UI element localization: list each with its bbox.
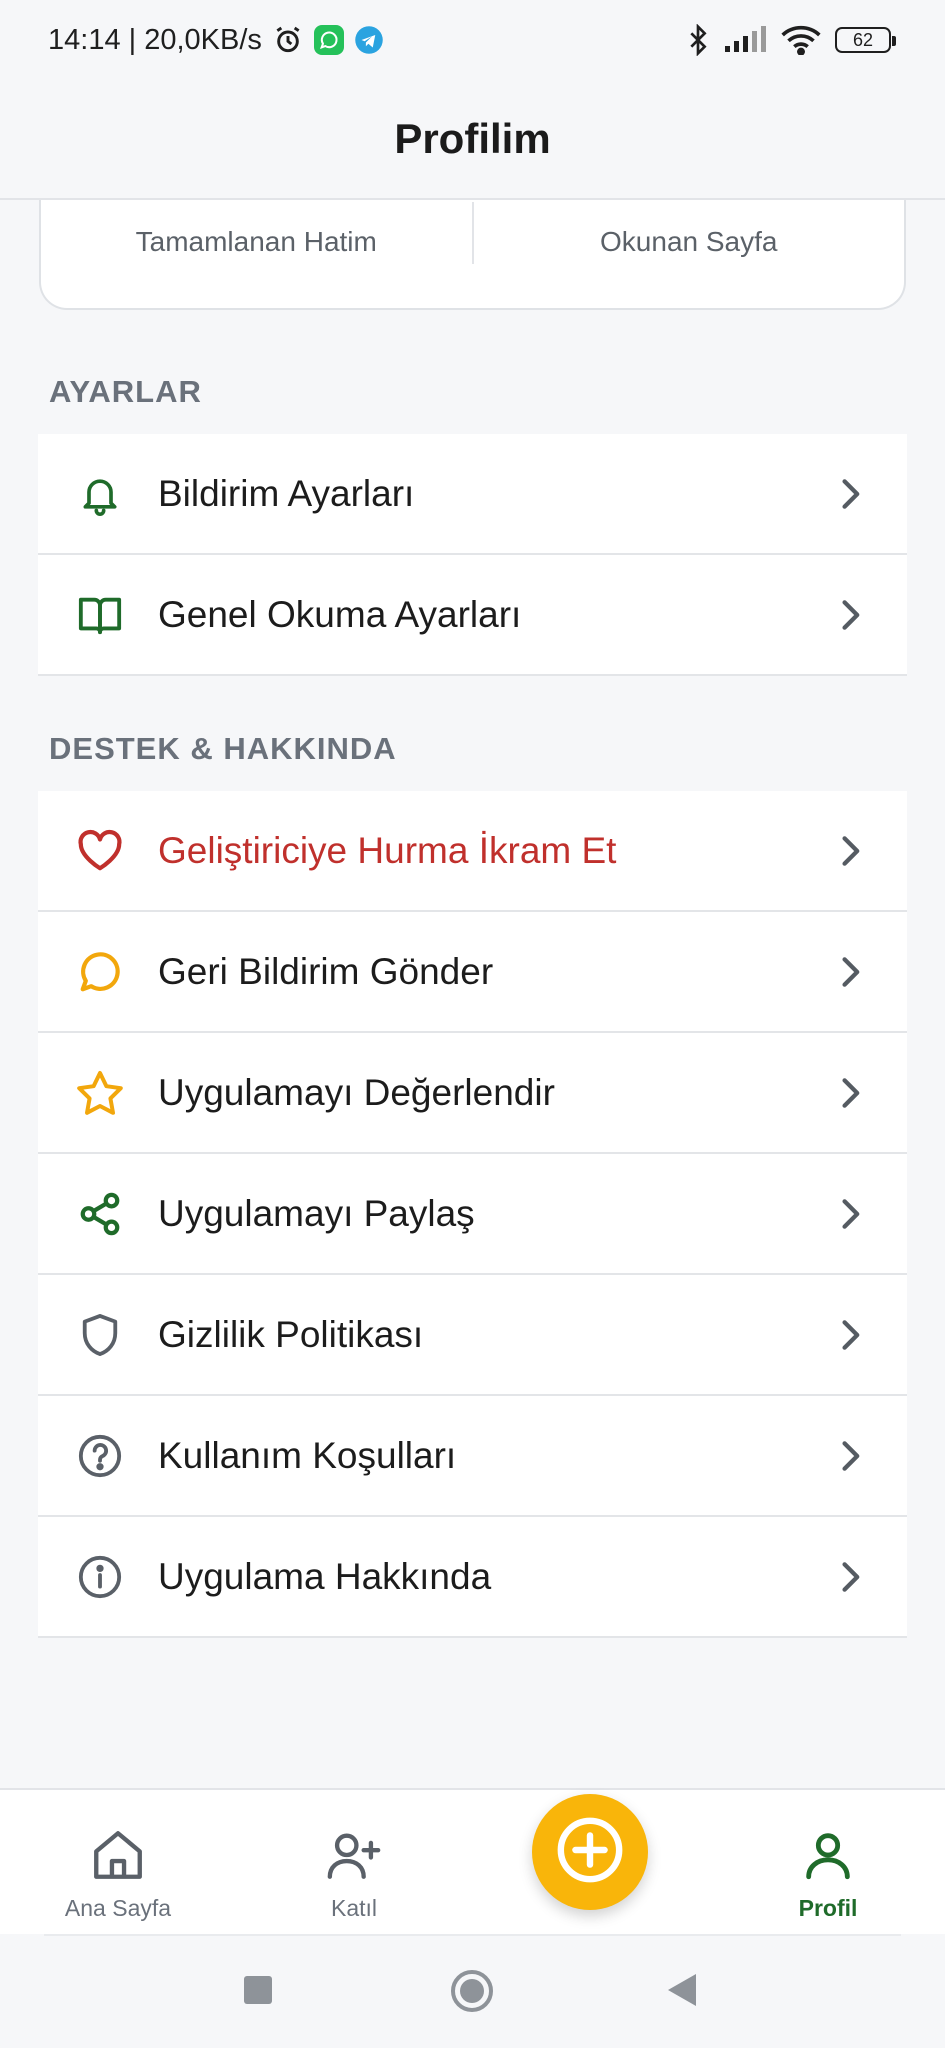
settings-item-reading[interactable]: Genel Okuma Ayarları	[38, 555, 907, 676]
back-button[interactable]	[666, 1972, 698, 2013]
chevron-right-icon	[842, 835, 860, 866]
nav-join-label: Katıl	[330, 1895, 378, 1921]
chevron-right-icon	[842, 1077, 860, 1108]
chevron-right-icon	[842, 1440, 860, 1471]
book-icon	[76, 591, 124, 639]
nav-home[interactable]: Ana Sayfa	[38, 1790, 198, 1936]
bell-icon	[76, 470, 124, 518]
page-title: Profilim	[394, 115, 551, 162]
chevron-right-icon	[842, 478, 860, 509]
add-fab-button[interactable]	[532, 1794, 648, 1910]
signal-icon	[723, 26, 767, 54]
chevron-right-icon	[842, 1198, 860, 1229]
support-item-privacy[interactable]: Gizlilik Politikası	[38, 1275, 907, 1396]
support-item-terms[interactable]: Kullanım Koşulları	[38, 1396, 907, 1517]
row-label: Kullanım Koşulları	[158, 1434, 457, 1476]
row-label: Genel Okuma Ayarları	[158, 593, 522, 635]
chevron-right-icon	[842, 1319, 860, 1350]
nav-profile[interactable]: Profil	[748, 1790, 908, 1936]
row-label: Uygulamayı Değerlendir	[158, 1071, 555, 1113]
question-circle-icon	[76, 1432, 124, 1480]
chevron-right-icon	[842, 1561, 860, 1592]
recents-button[interactable]	[242, 1974, 274, 2011]
stat-pages-read: Okunan Sayfa	[474, 200, 905, 308]
support-item-feedback[interactable]: Geri Bildirim Gönder	[38, 912, 907, 1033]
row-label: Uygulama Hakkında	[158, 1555, 492, 1597]
alarm-icon	[272, 24, 304, 56]
support-item-rate[interactable]: Uygulamayı Değerlendir	[38, 1033, 907, 1154]
section-title-settings: AYARLAR	[49, 374, 202, 409]
share-icon	[76, 1190, 124, 1238]
system-nav-bar	[0, 1936, 945, 2048]
support-item-donate[interactable]: Geliştiriciye Hurma İkram Et	[38, 791, 907, 912]
info-circle-icon	[76, 1553, 124, 1601]
home-icon	[89, 1826, 147, 1889]
chevron-right-icon	[842, 599, 860, 630]
support-item-share[interactable]: Uygulamayı Paylaş	[38, 1154, 907, 1275]
heart-icon	[76, 827, 124, 875]
user-icon	[799, 1826, 857, 1889]
chat-bubble-icon	[76, 948, 124, 996]
bottom-nav: Ana Sayfa Katıl Profil	[0, 1788, 945, 1934]
star-icon	[76, 1069, 124, 1117]
row-label: Geri Bildirim Gönder	[158, 950, 494, 992]
nav-profile-label: Profil	[798, 1895, 858, 1921]
row-label: Bildirim Ayarları	[158, 472, 415, 514]
home-button[interactable]	[450, 1969, 494, 2018]
settings-list: Bildirim Ayarları Genel Okuma Ayarları	[38, 434, 907, 676]
settings-item-notifications[interactable]: Bildirim Ayarları	[38, 434, 907, 555]
stat-pages-label: Okunan Sayfa	[600, 226, 778, 257]
status-time: 14:14 | 20,0KB/s	[48, 23, 262, 56]
bluetooth-icon	[687, 24, 709, 56]
whatsapp-icon	[313, 25, 344, 55]
stats-card: Tamamlanan Hatim Okunan Sayfa	[39, 200, 906, 310]
plus-circle-icon	[555, 1815, 625, 1890]
section-title-support: DESTEK & HAKKINDA	[49, 731, 397, 766]
support-item-about[interactable]: Uygulama Hakkında	[38, 1517, 907, 1638]
nav-join[interactable]: Katıl	[274, 1790, 434, 1936]
wifi-icon	[781, 25, 821, 55]
battery-icon: 62	[835, 27, 896, 53]
chevron-right-icon	[842, 956, 860, 987]
status-bar: 14:14 | 20,0KB/s 62	[0, 0, 945, 80]
page-header: Profilim	[0, 80, 945, 200]
row-label: Uygulamayı Paylaş	[158, 1192, 475, 1234]
shield-icon	[76, 1311, 124, 1359]
support-list: Geliştiriciye Hurma İkram Et Geri Bildir…	[38, 791, 907, 1638]
row-label: Gizlilik Politikası	[158, 1313, 424, 1355]
row-label: Geliştiriciye Hurma İkram Et	[158, 829, 617, 871]
telegram-icon	[354, 25, 384, 55]
nav-home-label: Ana Sayfa	[64, 1895, 172, 1921]
add-user-icon	[325, 1826, 383, 1889]
stat-completed-label: Tamamlanan Hatim	[135, 226, 377, 257]
stat-completed-hatim: Tamamlanan Hatim	[41, 200, 472, 308]
